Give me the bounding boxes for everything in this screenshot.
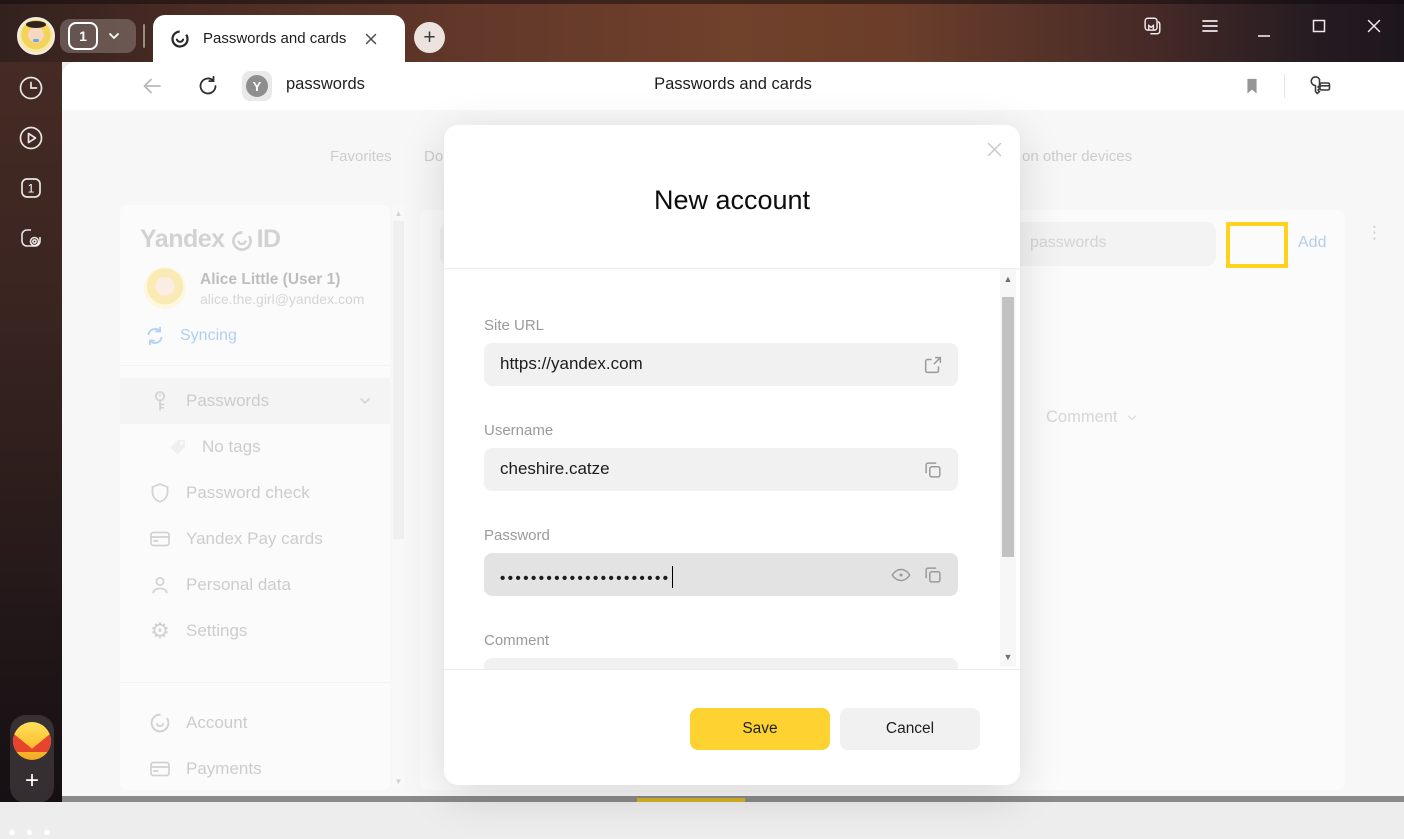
tab-close-icon[interactable]: [364, 32, 378, 46]
copy-icon[interactable]: [922, 459, 944, 481]
cancel-button[interactable]: Cancel: [840, 708, 980, 750]
username-value: cheshire.catze: [500, 459, 610, 479]
passwords-cards-icon[interactable]: [1306, 72, 1334, 100]
browser-tab-active[interactable]: Passwords and cards: [153, 15, 405, 62]
modal-close-icon[interactable]: [982, 137, 1006, 161]
yandex-id-icon: [169, 28, 191, 50]
titlebar-separator: [143, 24, 145, 48]
maximize-button[interactable]: [1305, 12, 1333, 40]
save-button[interactable]: Save: [690, 708, 830, 750]
history-clock-icon[interactable]: [17, 74, 45, 102]
browser-toolbar: Passwords and cards Y passwords: [62, 62, 1404, 110]
username-label: Username: [484, 422, 553, 439]
tabs-count-icon[interactable]: 1: [17, 174, 45, 202]
new-tab-button[interactable]: +: [414, 22, 445, 53]
site-url-input[interactable]: https://yandex.com: [484, 343, 958, 386]
comment-input[interactable]: [484, 658, 958, 669]
dock-add-icon[interactable]: +: [10, 763, 54, 799]
eye-icon[interactable]: [890, 564, 912, 586]
address-url[interactable]: passwords: [286, 75, 365, 94]
svg-text:1: 1: [28, 182, 35, 196]
side-panels-icon[interactable]: [1138, 12, 1166, 40]
external-link-icon[interactable]: [922, 354, 944, 376]
scroll-down-icon[interactable]: ▼: [1000, 652, 1016, 662]
browser-menu-icon[interactable]: [1196, 12, 1224, 40]
add-button-highlight-box: [1226, 222, 1288, 268]
sidebar-more-icon[interactable]: ● ● ●: [0, 824, 62, 839]
password-label: Password: [484, 527, 550, 544]
close-button[interactable]: [1360, 12, 1388, 40]
bookmark-icon[interactable]: [1238, 72, 1266, 100]
password-value: ••••••••••••••••••••••: [500, 566, 673, 588]
chevron-down-icon: [107, 29, 121, 43]
new-account-modal: New account Site URL https://yandex.com …: [444, 125, 1020, 785]
minimize-button[interactable]: [1250, 18, 1278, 46]
modal-form-scroll-area: Site URL https://yandex.com Username che…: [444, 268, 1020, 670]
password-input[interactable]: ••••••••••••••••••••••: [484, 553, 958, 596]
sidebar-dock: +: [10, 715, 54, 803]
modal-scrollbar[interactable]: ▲ ▼: [1000, 269, 1016, 667]
media-play-icon[interactable]: [17, 124, 45, 152]
scroll-up-icon[interactable]: ▲: [1000, 274, 1016, 284]
modal-title: New account: [444, 185, 1020, 216]
bottom-highlight-strip: [637, 798, 745, 802]
site-url-value: https://yandex.com: [500, 354, 643, 374]
tab-count-badge: 1: [68, 22, 98, 50]
screenshot-icon[interactable]: [17, 224, 45, 252]
browser-side-rail: 1 + ● ● ●: [0, 62, 62, 802]
text-caret: [672, 566, 674, 588]
titlebar-top-strip: [0, 0, 1404, 4]
tab-group-button[interactable]: 1: [60, 19, 136, 53]
comment-label: Comment: [484, 632, 549, 649]
profile-avatar[interactable]: [17, 17, 55, 55]
copy-icon[interactable]: [922, 564, 944, 586]
yandex-mail-logo-icon[interactable]: [13, 722, 51, 760]
toolbar-separator: [1284, 74, 1285, 98]
window-titlebar: 1 Passwords and cards +: [0, 0, 1404, 62]
tab-title: Passwords and cards: [203, 30, 346, 47]
site-badge-letter: Y: [246, 75, 268, 97]
site-badge-icon[interactable]: Y: [242, 71, 272, 101]
scrollbar-thumb[interactable]: [1002, 297, 1014, 557]
site-url-label: Site URL: [484, 317, 544, 334]
refresh-icon[interactable]: [194, 72, 222, 100]
back-arrow-icon[interactable]: [138, 72, 166, 100]
username-input[interactable]: cheshire.catze: [484, 448, 958, 491]
